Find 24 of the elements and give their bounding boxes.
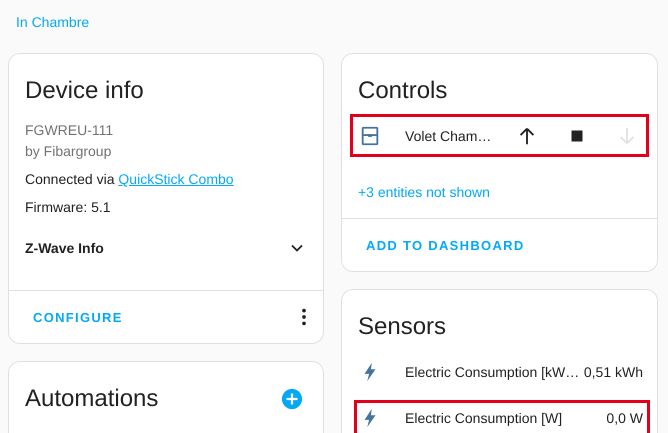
- add-to-dashboard-button[interactable]: ADD TO DASHBOARD: [350, 230, 541, 260]
- entity-name: Volet Cham…: [404, 128, 492, 144]
- entity-state: 0,51 kWh: [584, 364, 643, 380]
- zwave-info-expander[interactable]: Z-Wave Info: [9, 217, 323, 290]
- card-title: Automations: [25, 384, 158, 414]
- card-title: Sensors: [357, 312, 448, 342]
- connected-via-label: Connected via: [25, 171, 115, 187]
- entity-name: Electric Consumption [W]: [404, 410, 564, 426]
- hub-link[interactable]: QuickStick Combo: [118, 171, 234, 187]
- entity-row[interactable]: Volet Cham…: [350, 114, 649, 157]
- device-model: FGWREU-111: [25, 121, 114, 140]
- configure-button[interactable]: CONFIGURE: [17, 302, 139, 332]
- breadcrumb-link[interactable]: In Chambre: [16, 14, 90, 30]
- entity-row[interactable]: Electric Consumption [kW… 0,51 kWh: [354, 354, 650, 390]
- shutter-icon: [359, 124, 381, 146]
- entity-row[interactable]: Electric Consumption [W] 0,0 W: [354, 400, 650, 433]
- entity-state: 0,0 W: [606, 410, 643, 426]
- firmware-version: Firmware: 5.1: [25, 199, 111, 215]
- device-manufacturer: by Fibargroup: [25, 142, 112, 161]
- card-title: Controls: [357, 76, 448, 106]
- card-title: Device info: [24, 76, 145, 106]
- entity-name: Electric Consumption [kW…: [404, 364, 580, 380]
- add-icon[interactable]: [281, 388, 303, 410]
- hidden-entities-link[interactable]: +3 entities not shown: [342, 157, 657, 218]
